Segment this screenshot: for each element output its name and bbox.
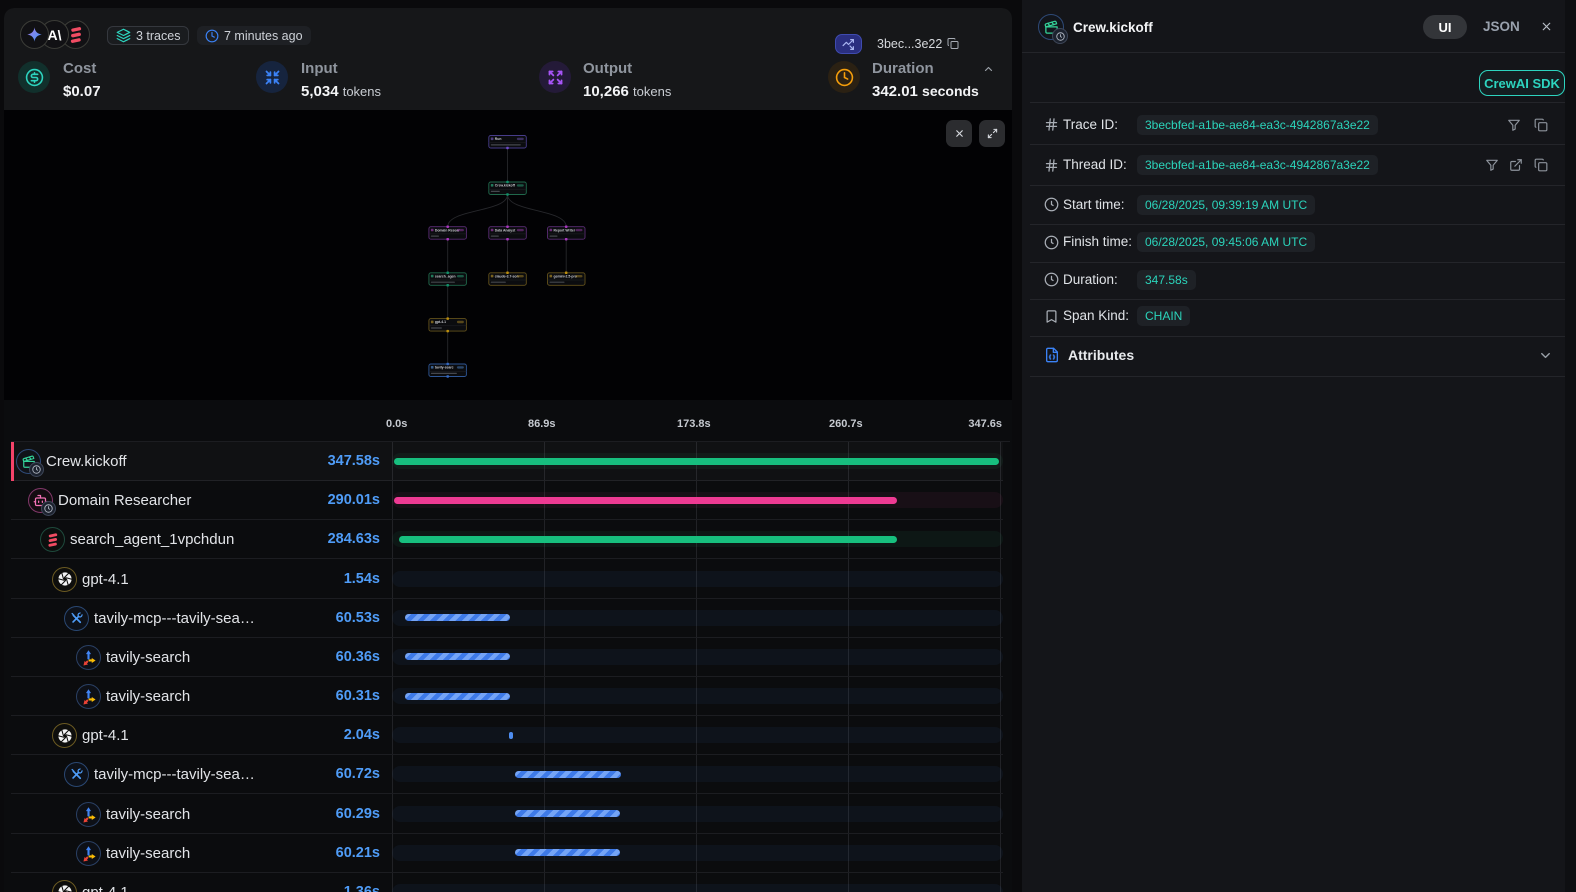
svg-text:Crew.kickoff: Crew.kickoff bbox=[495, 184, 516, 188]
svg-text:claude-3.7-son: claude-3.7-son bbox=[495, 274, 519, 278]
svg-text:Domain Resear: Domain Resear bbox=[435, 228, 460, 232]
svg-text:tavily-searc: tavily-searc bbox=[435, 366, 454, 370]
svg-text:gpt-4.1: gpt-4.1 bbox=[435, 320, 446, 324]
svg-text:Data Analyst: Data Analyst bbox=[495, 228, 516, 232]
svg-text:Run: Run bbox=[495, 137, 502, 141]
svg-text:gemini-2.5-pro: gemini-2.5-pro bbox=[554, 274, 577, 278]
svg-text:Report Writer: Report Writer bbox=[554, 228, 576, 232]
svg-text:search_agen: search_agen bbox=[435, 274, 456, 278]
